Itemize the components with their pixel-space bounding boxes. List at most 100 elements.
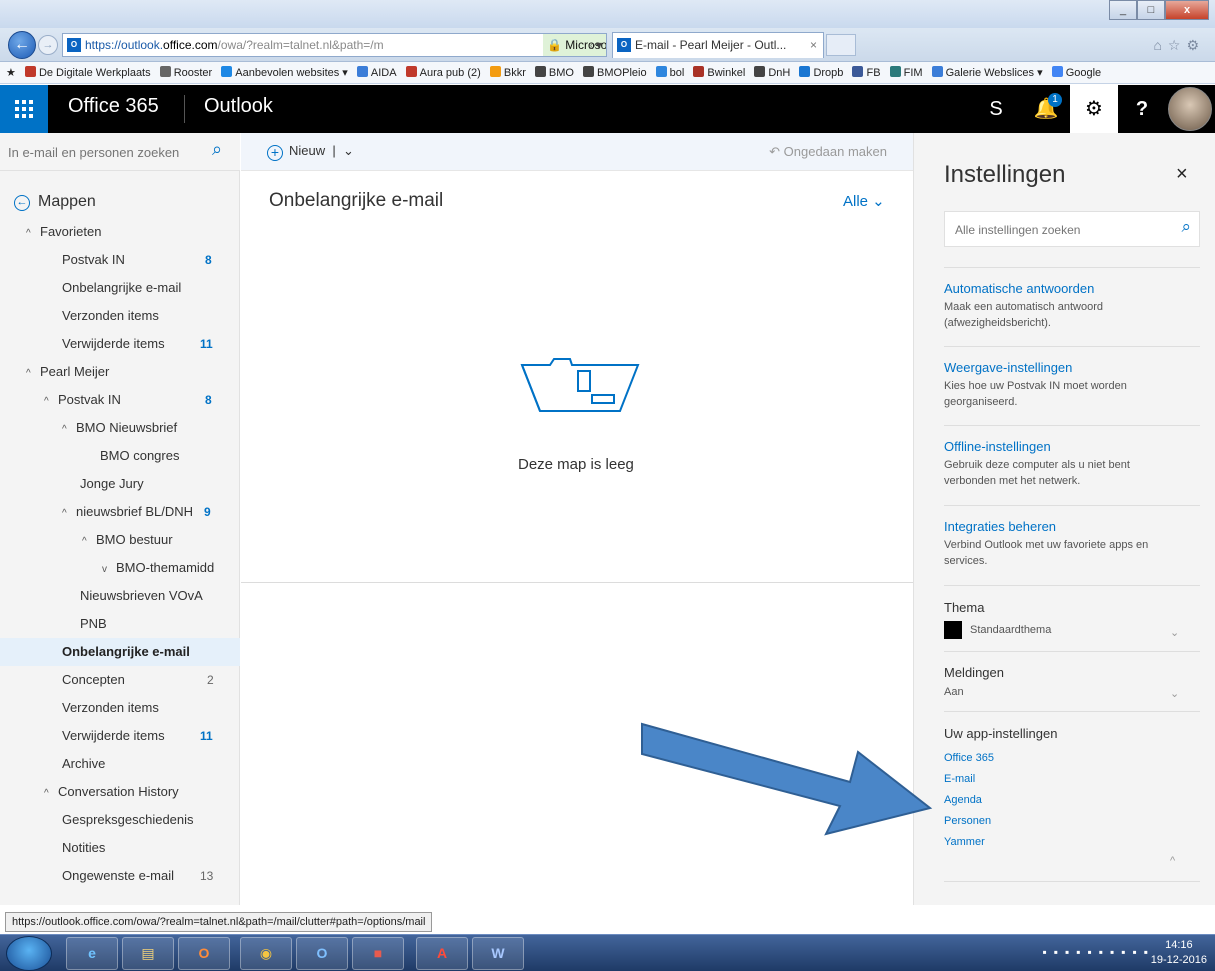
folder-item[interactable]: Verwijderde items 11 [0, 330, 240, 358]
chrome-icon[interactable]: ◉ [240, 937, 292, 970]
app-taskbar-icon[interactable]: ■ [352, 937, 404, 970]
clock[interactable]: 14:16 19-12-2016 [1151, 938, 1207, 968]
folder-item[interactable]: Notities [0, 834, 240, 862]
fav-link[interactable]: Aanbevolen websites ▾ [221, 62, 348, 83]
home-favorites-settings-icons[interactable]: ⌂☆⚙ [1153, 37, 1205, 54]
folder-item[interactable]: ^ Postvak IN 8 [0, 386, 240, 414]
app-launcher-icon[interactable] [0, 85, 48, 133]
reading-pane-divider[interactable] [241, 582, 913, 583]
maximize-button[interactable]: □ [1137, 0, 1165, 20]
folder-item[interactable]: Concepten 2 [0, 666, 240, 694]
fav-link[interactable]: Google [1051, 62, 1101, 83]
close-icon[interactable]: × [1176, 163, 1188, 186]
fav-link[interactable]: Dropb [799, 62, 843, 83]
start-button-icon[interactable] [6, 936, 52, 971]
fav-link[interactable]: BMO [534, 62, 574, 83]
fav-link[interactable]: AIDA [356, 62, 397, 83]
minimize-button[interactable]: _ [1109, 0, 1137, 20]
folder-item[interactable]: BMO congres [0, 442, 240, 470]
folder-item[interactable]: PNB [0, 610, 240, 638]
search-input[interactable] [8, 139, 208, 165]
back-icon[interactable]: ← [8, 31, 36, 59]
outlook-taskbar-icon[interactable]: O [296, 937, 348, 970]
folder-item[interactable]: Postvak IN 8 [0, 246, 240, 274]
settings-search-input[interactable] [955, 218, 1165, 242]
close-window-button[interactable]: x [1165, 0, 1209, 20]
close-tab-icon[interactable]: × [810, 33, 817, 57]
chevron-down-icon[interactable]: ⌄ [1170, 687, 1179, 700]
filter-dropdown[interactable]: Alle ⌄ [843, 192, 885, 210]
favorites-star-icon[interactable]: ★ [6, 62, 16, 83]
notifications-value[interactable]: Aan [944, 686, 964, 698]
folder-item[interactable]: Nieuwsbrieven VOvA [0, 582, 240, 610]
folder-item[interactable]: Verzonden items [0, 694, 240, 722]
system-tray-icons[interactable]: ▪▪▪▪▪▪▪▪▪▪ [1042, 945, 1155, 959]
office-icon[interactable]: O [178, 937, 230, 970]
file-explorer-icon[interactable]: ▤ [122, 937, 174, 970]
app-link-office365[interactable]: Office 365 [944, 752, 994, 764]
fav-link[interactable]: FIM [889, 62, 923, 83]
app-link-email[interactable]: E-mail [944, 773, 975, 785]
search-icon[interactable]: ⌕ [212, 139, 222, 160]
chevron-down-icon[interactable]: ⌄ [343, 143, 354, 158]
office365-brand[interactable]: Office 365 [68, 95, 159, 118]
chevron-down-icon[interactable]: ⌄ [1170, 626, 1179, 639]
new-message-button[interactable]: + Nieuw | ⌄ [267, 143, 354, 161]
fav-link[interactable]: Bwinkel [693, 62, 745, 83]
app-name[interactable]: Outlook [204, 95, 273, 118]
folder-group-favorieten[interactable]: ^ Favorieten [0, 218, 240, 246]
acrobat-icon[interactable]: A [416, 937, 468, 970]
folder-item[interactable]: ^ nieuwsbrief BL/DNH 9 [0, 498, 240, 526]
app-link-personen[interactable]: Personen [944, 815, 991, 827]
folder-item[interactable]: ^ Conversation History [0, 778, 240, 806]
folder-item[interactable]: v BMO-themamidd [0, 554, 240, 582]
folder-item[interactable]: Gespreksgeschiedenis [0, 806, 240, 834]
app-link-agenda[interactable]: Agenda [944, 794, 982, 806]
folder-item-selected[interactable]: Onbelangrijke e-mail [0, 638, 240, 666]
avatar[interactable] [1168, 87, 1212, 131]
folder-group-account[interactable]: ^ Pearl Meijer [0, 358, 240, 386]
undo-button[interactable]: ↶ Ongedaan maken [769, 144, 887, 160]
outlook-favicon-icon: O [617, 38, 631, 52]
chevron-up-icon[interactable]: ^ [1170, 855, 1175, 867]
fav-link[interactable]: Aura pub (2) [405, 62, 481, 83]
theme-value[interactable]: Standaardthema [970, 624, 1051, 636]
fav-link[interactable]: bol [655, 62, 684, 83]
setting-link-display[interactable]: Weergave-instellingen [944, 360, 1072, 375]
fav-link[interactable]: De Digitale Werkplaats [24, 62, 151, 83]
skype-icon[interactable]: S [972, 85, 1020, 133]
fav-link[interactable]: FB [852, 62, 881, 83]
notifications-bell-icon[interactable]: 🔔 1 [1022, 85, 1070, 133]
search-dropdown-icon[interactable]: ⌕▾ [589, 34, 602, 56]
app-link-yammer[interactable]: Yammer [944, 836, 985, 848]
fav-link[interactable]: Galerie Webslices ▾ [931, 62, 1043, 83]
folder-item[interactable]: Verwijderde items 11 [0, 722, 240, 750]
divider [944, 505, 1200, 506]
fav-link[interactable]: BMOPleio [583, 62, 647, 83]
folder-item[interactable]: ^ BMO Nieuwsbrief [0, 414, 240, 442]
folder-item[interactable]: ^ BMO bestuur [0, 526, 240, 554]
search-icon[interactable]: ⌕ [1181, 217, 1191, 237]
settings-gear-icon[interactable]: ⚙ [1070, 85, 1118, 133]
setting-link-auto-replies[interactable]: Automatische antwoorden [944, 281, 1094, 296]
setting-link-integrations[interactable]: Integraties beheren [944, 519, 1056, 534]
folder-item[interactable]: Verzonden items [0, 302, 240, 330]
folders-header[interactable]: ← Mappen [14, 193, 96, 211]
fav-link[interactable]: DnH [754, 62, 790, 83]
folder-item[interactable]: Onbelangrijke e-mail [0, 274, 240, 302]
fav-link[interactable]: Bkkr [489, 62, 526, 83]
help-icon[interactable]: ? [1118, 85, 1166, 133]
new-tab-button[interactable] [826, 34, 856, 56]
setting-link-offline[interactable]: Offline-instellingen [944, 439, 1051, 454]
browser-tab[interactable]: O E-mail - Pearl Meijer - Outl... × [612, 32, 824, 58]
forward-icon[interactable]: → [38, 35, 58, 55]
internet-explorer-icon[interactable]: e [66, 937, 118, 970]
fav-link[interactable]: Rooster [159, 62, 212, 83]
word-icon[interactable]: W [472, 937, 524, 970]
address-bar[interactable]: O https://outlook.office.com/owa/?realm=… [62, 33, 607, 57]
folder-item[interactable]: Jonge Jury [0, 470, 240, 498]
folder-pane: ⌕ ←Mappen ^Favorieten Postvak IN8 Onbela… [0, 133, 240, 905]
folder-item[interactable]: Ongewenste e-mail 13 [0, 862, 240, 890]
folder-item[interactable]: Archive [0, 750, 240, 778]
theme-swatch[interactable] [944, 621, 962, 639]
